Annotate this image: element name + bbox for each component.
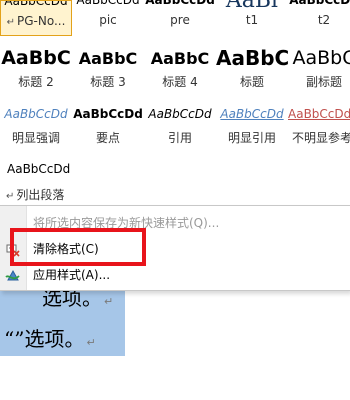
style-sample: AaBbC xyxy=(216,46,288,70)
style-sample: AaBbC xyxy=(292,47,350,69)
style-label: 标题 4 xyxy=(162,75,198,89)
style-subtle-reference[interactable]: AaBbCcDd 不明显参考 xyxy=(288,100,350,149)
style-label: 标题 3 xyxy=(90,75,126,89)
style-pre[interactable]: AaBbCcDd pre xyxy=(144,0,216,36)
style-sample: AaBbCcDd xyxy=(4,107,68,121)
style-label: 不明显参考 xyxy=(292,131,350,145)
style-sample: AaBbCcDd xyxy=(7,162,71,176)
style-quote[interactable]: AaBbCcDd 引用 xyxy=(144,100,216,149)
paragraph-mark-icon: ↵ xyxy=(104,295,114,308)
style-intense-quote[interactable]: AaBbCcDd 明显引用 xyxy=(216,100,288,149)
style-heading-4[interactable]: AaBbC 标题 4 xyxy=(144,44,216,93)
style-pg-normal[interactable]: AaBbCcDd ↵ PG-No... xyxy=(0,0,72,36)
style-label: 标题 xyxy=(239,75,264,89)
style-strong[interactable]: AaBbCcDd 要点 xyxy=(72,100,144,149)
style-label: pic xyxy=(99,13,117,27)
style-label: 明显强调 xyxy=(11,131,60,145)
style-label: 明显引用 xyxy=(227,131,276,145)
style-label: 标题 2 xyxy=(18,75,54,89)
style-sample: AaBbCcDd xyxy=(288,107,350,121)
style-label: ↵ PG-No... xyxy=(1,12,71,30)
style-t2[interactable]: AaBbCcDd t2 xyxy=(288,0,350,36)
style-sample: AaBbCcDd xyxy=(73,107,143,121)
style-subtitle[interactable]: AaBbC 副标题 xyxy=(288,44,350,93)
style-heading-2[interactable]: AaBbC 标题 2 xyxy=(0,44,72,93)
style-title[interactable]: AaBbC 标题 xyxy=(216,44,288,93)
style-sample: AaBbC xyxy=(150,49,210,68)
style-label: 引用 xyxy=(167,131,192,145)
style-t1[interactable]: AaBl t1 xyxy=(216,0,288,36)
style-label: t1 xyxy=(245,13,259,27)
style-label: ↵ 列出段落 xyxy=(6,186,64,203)
style-label: pre xyxy=(170,13,190,27)
style-sample: AaBbC xyxy=(78,49,138,68)
style-label-text: 列出段落 xyxy=(16,188,65,202)
document-line-2: “”选项。 ↵ xyxy=(4,323,96,352)
style-label: 要点 xyxy=(95,131,120,145)
paragraph-mark-icon: ↵ xyxy=(6,17,15,28)
style-label-text: PG-No... xyxy=(16,14,66,28)
style-heading-3[interactable]: AaBbC 标题 3 xyxy=(72,44,144,93)
style-sample: AaBbCcDd xyxy=(220,107,284,121)
quick-styles-gallery: AaBbCcDd ↵ PG-No... AaBbCcDd pic AaBbCcDd… xyxy=(0,0,350,203)
paragraph-mark-icon: ↵ xyxy=(6,191,15,202)
style-label: 副标题 xyxy=(305,75,342,89)
style-sample: AaBbCcDd xyxy=(148,107,212,121)
style-subtle-emphasis[interactable]: AaBbCcDd 明显强调 xyxy=(0,100,72,149)
document-text: “”选项。 xyxy=(4,327,85,351)
annotation-highlight-box xyxy=(10,228,146,266)
apply-styles-icon xyxy=(5,267,21,283)
style-pic[interactable]: AaBbCcDd pic xyxy=(72,0,144,36)
paragraph-mark-icon: ↵ xyxy=(86,336,96,349)
style-sample: AaBbC xyxy=(1,47,71,69)
style-label: t2 xyxy=(317,13,331,27)
